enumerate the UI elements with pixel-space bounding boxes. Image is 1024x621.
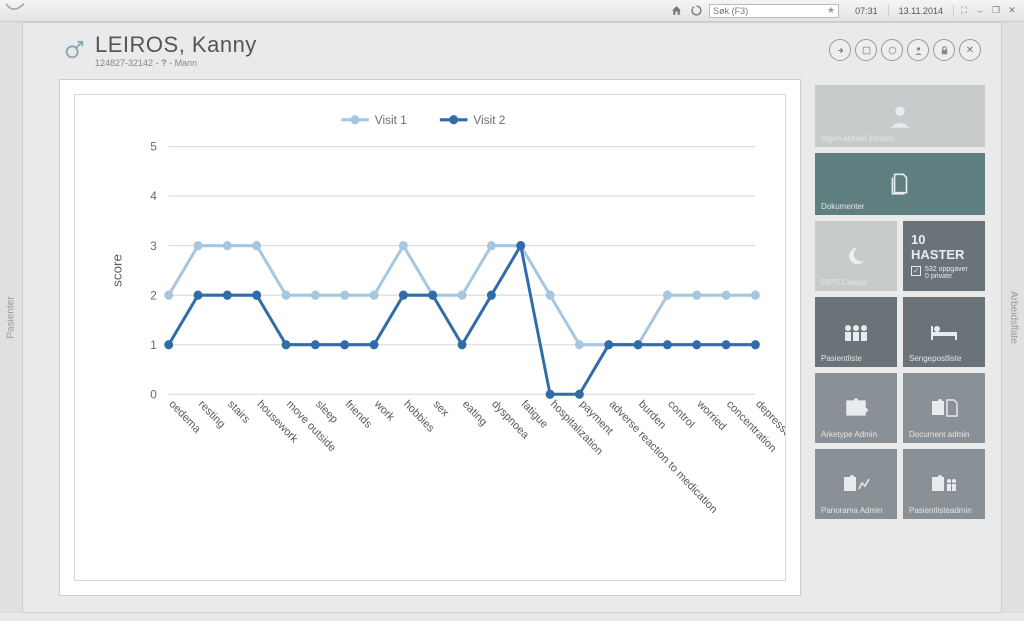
side-tab-right-label: Arbeidsflate bbox=[1008, 291, 1019, 344]
clock-date: 13.11.2014 bbox=[899, 6, 943, 16]
svg-text:friends: friends bbox=[343, 398, 375, 431]
puzzle-icon bbox=[843, 397, 869, 419]
svg-text:work: work bbox=[371, 397, 396, 424]
global-search[interactable]: ★ bbox=[709, 4, 839, 18]
puzzle-doc-icon bbox=[930, 397, 958, 419]
tile-arketype-admin[interactable]: Arketype Admin bbox=[815, 373, 897, 443]
svg-text:3: 3 bbox=[150, 239, 157, 253]
search-input[interactable] bbox=[713, 6, 827, 16]
svg-text:eating: eating bbox=[460, 398, 489, 429]
svg-text:hobbies: hobbies bbox=[401, 398, 436, 435]
svg-text:sleep: sleep bbox=[313, 398, 340, 426]
moon-icon bbox=[845, 245, 867, 267]
documents-icon bbox=[887, 171, 913, 197]
patient-header: LEIROS, Kanny 124827-32142 - ? - Mann ✕ bbox=[23, 23, 1001, 71]
svg-text:adverse reaction to medication: adverse reaction to medication bbox=[607, 398, 720, 516]
haster-count: 10 HASTER bbox=[911, 232, 977, 262]
tile-document-admin[interactable]: Document admin bbox=[903, 373, 985, 443]
action-btn-3[interactable] bbox=[881, 39, 903, 61]
expand-icon[interactable]: ⛶ bbox=[958, 5, 970, 17]
action-btn-2[interactable] bbox=[855, 39, 877, 61]
person-icon bbox=[886, 102, 914, 130]
patient-meta: 124827-32142 - ? - Mann bbox=[95, 58, 257, 68]
svg-text:1: 1 bbox=[150, 338, 157, 352]
svg-text:hospitalization: hospitalization bbox=[548, 398, 605, 458]
refresh-icon[interactable] bbox=[689, 4, 703, 18]
svg-text:stairs: stairs bbox=[225, 398, 252, 426]
svg-text:4: 4 bbox=[150, 189, 157, 203]
app-logo-swoosh bbox=[4, 2, 26, 20]
side-tab-right[interactable]: Arbeidsflate bbox=[1002, 22, 1024, 613]
score-line-chart: 012345scoreVisit 1Visit 2oedemarestingst… bbox=[75, 95, 785, 580]
tile-panorama-admin[interactable]: Panorama Admin bbox=[815, 449, 897, 519]
app-topbar: ★ 07:31 13.11.2014 ⛶ – ❐ ✕ bbox=[0, 0, 1024, 22]
clock-time: 07:31 bbox=[855, 6, 878, 16]
checkbox-icon: ✓ bbox=[911, 266, 921, 276]
svg-text:worried: worried bbox=[694, 397, 728, 433]
svg-text:Visit 1: Visit 1 bbox=[375, 113, 407, 127]
tile-documents[interactable]: Dokumenter bbox=[815, 153, 985, 215]
puzzle-chart-icon bbox=[842, 473, 870, 495]
action-close-icon[interactable]: ✕ bbox=[959, 39, 981, 61]
main-panel: LEIROS, Kanny 124827-32142 - ? - Mann ✕ … bbox=[22, 22, 1002, 613]
star-icon[interactable]: ★ bbox=[827, 5, 835, 16]
close-icon[interactable]: ✕ bbox=[1006, 5, 1018, 17]
tile-dips-classic[interactable]: DIPS Classic bbox=[815, 221, 897, 291]
tile-pasientliste-admin[interactable]: Pasientlisteadmin bbox=[903, 449, 985, 519]
action-btn-4[interactable] bbox=[907, 39, 929, 61]
home-icon[interactable] bbox=[669, 4, 683, 18]
maximize-icon[interactable]: ❐ bbox=[990, 5, 1002, 17]
side-tab-left-label: Pasienter bbox=[6, 296, 17, 338]
svg-text:sex: sex bbox=[431, 398, 452, 419]
tile-no-context[interactable]: Ingen aktuell kontakt bbox=[815, 85, 985, 147]
header-action-bar: ✕ bbox=[829, 39, 981, 61]
svg-text:Visit 2: Visit 2 bbox=[473, 113, 505, 127]
chart-area: 012345scoreVisit 1Visit 2oedemarestingst… bbox=[74, 94, 786, 581]
puzzle-people-icon bbox=[930, 473, 958, 495]
action-lock-icon[interactable] bbox=[933, 39, 955, 61]
male-gender-icon bbox=[63, 39, 85, 61]
svg-text:0: 0 bbox=[150, 387, 157, 401]
chart-card: 012345scoreVisit 1Visit 2oedemarestingst… bbox=[59, 79, 801, 596]
svg-text:2: 2 bbox=[150, 288, 157, 302]
patient-name: LEIROS, Kanny bbox=[95, 32, 257, 58]
svg-text:score: score bbox=[110, 254, 125, 287]
tile-patientlist[interactable]: Pasientliste bbox=[815, 297, 897, 367]
tile-bedlist[interactable]: Sengepostliste bbox=[903, 297, 985, 367]
svg-text:control: control bbox=[665, 398, 696, 431]
action-btn-1[interactable] bbox=[829, 39, 851, 61]
side-tab-left[interactable]: Pasienter bbox=[0, 22, 22, 613]
window-controls: ⛶ – ❐ ✕ bbox=[958, 5, 1018, 17]
tile-haster[interactable]: 10 HASTER ✓ 532 oppgaver 0 private bbox=[903, 221, 985, 291]
people-icon bbox=[841, 321, 871, 343]
minimize-icon[interactable]: – bbox=[974, 5, 986, 17]
bed-icon bbox=[929, 322, 959, 342]
tile-grid: Ingen aktuell kontakt Dokumenter DIPS Cl… bbox=[815, 85, 985, 519]
svg-text:5: 5 bbox=[150, 139, 157, 153]
